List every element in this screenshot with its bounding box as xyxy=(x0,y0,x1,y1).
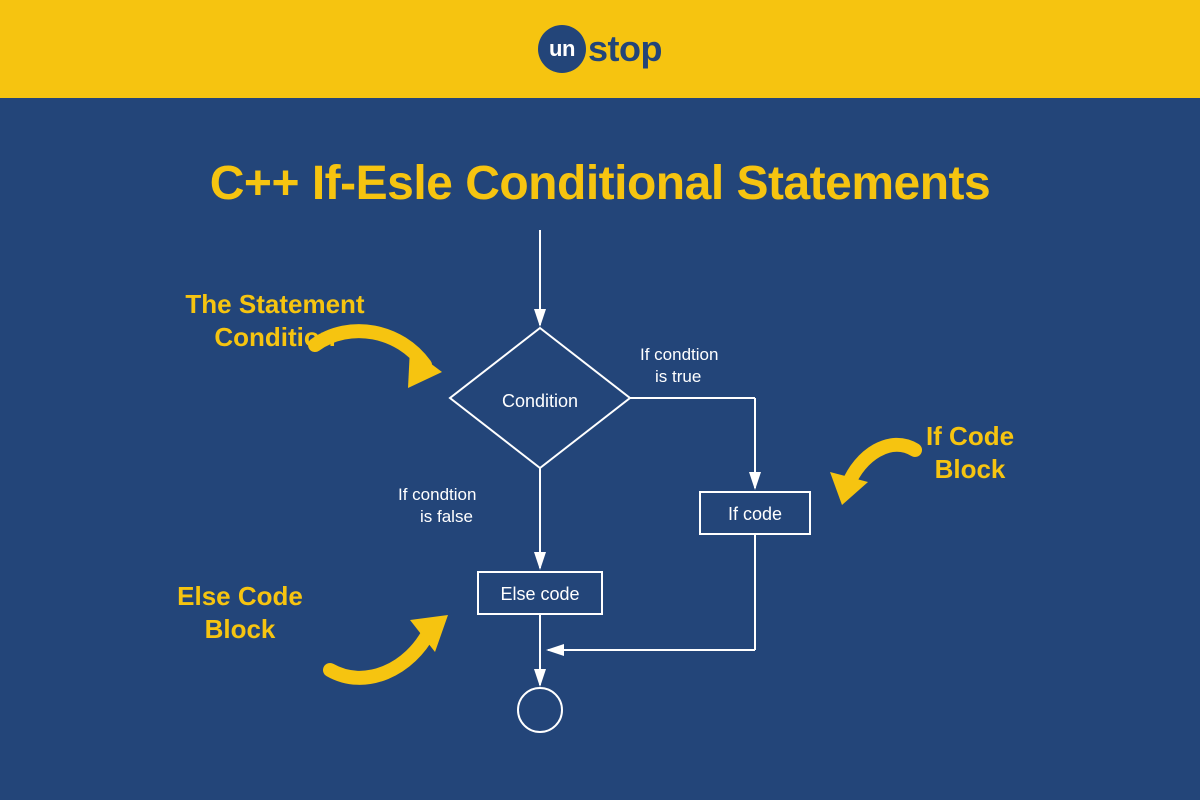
arrow-else-icon xyxy=(310,600,460,700)
annotation-else-l1: Else Code xyxy=(177,581,303,611)
end-terminator xyxy=(518,688,562,732)
annotation-else-l2: Block xyxy=(205,614,276,644)
logo-circle-icon: un xyxy=(538,25,586,73)
arrow-if-icon xyxy=(820,430,930,520)
if-code-text: If code xyxy=(728,504,782,524)
header-bar: un stop xyxy=(0,0,1200,98)
true-label-l1: If condtion xyxy=(640,345,718,364)
annotation-if-l1: If Code xyxy=(926,421,1014,451)
brand-logo: un stop xyxy=(538,25,662,73)
logo-circle-text: un xyxy=(549,36,575,62)
logo-text: stop xyxy=(588,28,662,70)
annotation-if-l2: Block xyxy=(935,454,1006,484)
diagram-area: Condition If condtion is true If code If… xyxy=(0,230,1200,800)
else-code-text: Else code xyxy=(500,584,579,604)
false-label-l1: If condtion xyxy=(398,485,476,504)
arrow-condition-icon xyxy=(300,310,460,420)
true-label-l2: is true xyxy=(655,367,701,386)
condition-text: Condition xyxy=(502,391,578,411)
false-label-l2: is false xyxy=(420,507,473,526)
page-title: C++ If-Esle Conditional Statements xyxy=(0,156,1200,211)
